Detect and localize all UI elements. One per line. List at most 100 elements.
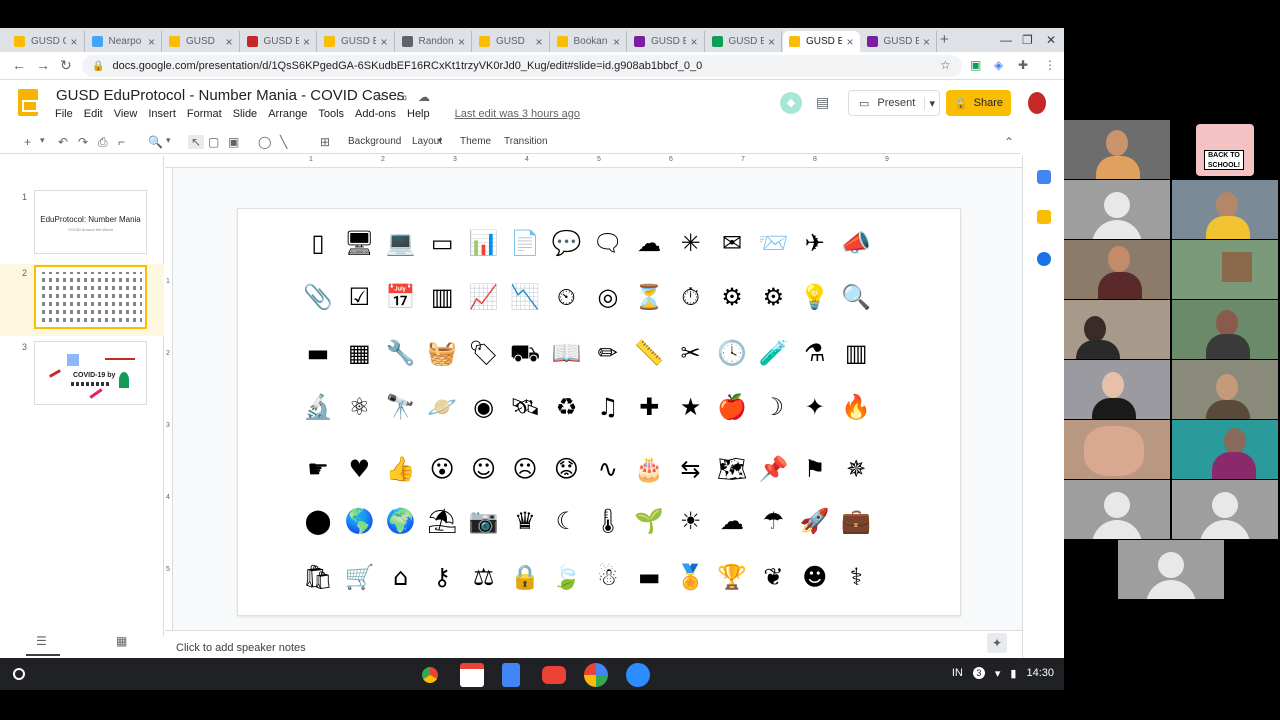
sad-face-icon[interactable]: ☹ [509, 453, 541, 485]
system-tray[interactable]: IN 3 ▾ ▮ 14:30 [952, 667, 1054, 680]
presentation-icon[interactable]: 📊 [468, 227, 500, 259]
laptop-icon[interactable]: 💻 [385, 227, 417, 259]
hand-truck-icon[interactable]: ⛟ [509, 337, 541, 369]
browser-tab[interactable]: GUSD E × [628, 31, 705, 52]
speaker-notes[interactable]: Click to add speaker notes ✦ [165, 630, 1022, 658]
filmstrip-view-icon[interactable]: ☰ [36, 634, 47, 648]
zoom-dropdown-icon[interactable]: ▾ [166, 135, 171, 146]
slide-canvas[interactable]: ▯ 🖥 💻 ▭ 📊 📄 💬 🗨 ☁ ✳ ✉ 📨 ✈ 📣 📎 ☑ 📅 ▥ 📈 📉 ⏲ ◎ ⏳ ⏱ ⚙ ⚙ 💡 🔍 ▬ ▦ 🔧 🧺 🏷 ⛟ 📖 ✏ 📏 ✂ 🕓 🧪… [237, 208, 961, 616]
scales-icon[interactable]: ⚖ [468, 561, 500, 593]
bookmark-star-icon[interactable]: ☆ [940, 58, 951, 72]
transition-button[interactable]: Transition [504, 136, 548, 147]
cloud-icon[interactable]: ☁ [633, 227, 665, 259]
stars-icon[interactable]: ✦ [799, 391, 831, 423]
hourglass-icon[interactable]: ⏳ [633, 281, 665, 313]
docs-icon[interactable] [502, 663, 520, 687]
heart-icon[interactable]: ♥ [343, 453, 375, 485]
line-icon[interactable]: ╲ [280, 135, 287, 149]
theme-button[interactable]: Theme [460, 136, 491, 147]
forward-icon[interactable]: → [36, 57, 50, 73]
credit-card-icon[interactable]: ▬ [302, 337, 334, 369]
slide-thumbnail-3[interactable]: COVID-19 by [34, 341, 147, 405]
document-icon[interactable]: 📄 [509, 227, 541, 259]
menu-insert[interactable]: Insert [148, 108, 176, 120]
heartbeat-icon[interactable]: ∿ [592, 453, 624, 485]
leaf-icon[interactable]: 🍃 [550, 561, 582, 593]
tab-close-icon[interactable]: × [613, 35, 620, 49]
browser-tab[interactable]: GUSD E × [706, 31, 782, 52]
browser-tab[interactable]: GUSD × [163, 31, 240, 52]
new-slide-icon[interactable]: + [24, 135, 31, 149]
planet-icon[interactable]: 🪐 [426, 391, 458, 423]
explore-icon[interactable]: ✦ [987, 633, 1007, 653]
smartphone-icon[interactable]: ▯ [302, 227, 334, 259]
paperclip-icon[interactable]: 📎 [302, 281, 334, 313]
test-tubes-icon[interactable]: ▥ [840, 337, 872, 369]
trophy-icon[interactable]: 🏆 [716, 561, 748, 593]
comment-icon[interactable]: ▤ [816, 94, 829, 111]
menu-addons[interactable]: Add-ons [355, 108, 396, 120]
tab-close-icon[interactable]: × [535, 35, 542, 49]
apple-icon[interactable]: 🍎 [716, 391, 748, 423]
browser-tab[interactable]: Randon × [396, 31, 472, 52]
close-icon[interactable]: ✕ [1046, 33, 1056, 47]
extension-icon-2[interactable]: ◈ [994, 58, 1003, 72]
tab-close-icon[interactable]: × [846, 35, 853, 49]
scissors-icon[interactable]: ✂ [675, 337, 707, 369]
gmail-icon[interactable] [460, 663, 484, 687]
speedometer-icon[interactable]: ⏲ [550, 281, 582, 313]
menu-help[interactable]: Help [407, 108, 430, 120]
test-tube-icon[interactable]: 🧪 [757, 337, 789, 369]
last-edit-link[interactable]: Last edit was 3 hours ago [455, 108, 580, 120]
slide-thumbnail-2[interactable] [34, 265, 147, 329]
calculator-icon[interactable]: ▦ [343, 337, 375, 369]
chrome-icon[interactable] [418, 663, 442, 687]
speech-bubble-icon[interactable]: 💬 [550, 227, 582, 259]
head-brain-icon[interactable]: ☻ [799, 561, 831, 593]
select-tool-icon[interactable]: ↖ [188, 135, 205, 149]
flame-icon[interactable]: 🔥 [840, 391, 872, 423]
browser-tab[interactable]: GUSD E × [241, 31, 317, 52]
print-icon[interactable]: ⎙ [98, 135, 108, 150]
snowman-icon[interactable]: ☃ [592, 561, 624, 593]
menu-format[interactable]: Format [187, 108, 222, 120]
present-dropdown-icon[interactable]: ▾ [924, 96, 935, 110]
compass-icon[interactable]: ✵ [840, 453, 872, 485]
tablet-icon[interactable]: ▭ [426, 227, 458, 259]
zoom-icon[interactable]: 🔍 [148, 135, 163, 149]
thumbs-up-icon[interactable]: 👍 [385, 453, 417, 485]
undo-icon[interactable]: ↶ [58, 135, 68, 149]
account-avatar[interactable] [1028, 92, 1046, 114]
tab-close-icon[interactable]: × [303, 35, 310, 49]
shopping-cart-icon[interactable]: 🛒 [343, 561, 375, 593]
puzzle-extensions-icon[interactable]: ✚ [1018, 58, 1028, 72]
atom-icon[interactable]: ⚛ [343, 391, 375, 423]
pencil-icon[interactable]: ✏ [592, 337, 624, 369]
tab-close-icon[interactable]: × [225, 35, 232, 49]
tab-close-icon[interactable]: × [148, 35, 155, 49]
night-icon[interactable]: ☾ [550, 505, 582, 537]
wrench-icon[interactable]: 🔧 [385, 337, 417, 369]
notification-badge[interactable]: 3 [972, 667, 985, 679]
target-icon[interactable]: ◎ [592, 281, 624, 313]
text-box-icon[interactable]: ▢ [208, 135, 219, 149]
menu-slide[interactable]: Slide [233, 108, 257, 120]
location-pin-icon[interactable]: ⬤ [302, 505, 334, 537]
calendar-icon[interactable]: 📅 [385, 281, 417, 313]
stopwatch-icon[interactable]: ⏱ [675, 281, 707, 313]
signpost-icon[interactable]: ⇆ [675, 453, 707, 485]
umbrella-icon[interactable]: ☂ [757, 505, 789, 537]
smile-face-icon[interactable]: ☺ [468, 453, 500, 485]
ruler-icon[interactable]: 📏 [633, 337, 665, 369]
present-button[interactable]: ▭ Present ▾ [848, 90, 940, 116]
sun-icon[interactable]: ☀ [675, 505, 707, 537]
music-note-icon[interactable]: ♫ [592, 391, 624, 423]
shocked-face-icon[interactable]: 😮 [426, 453, 458, 485]
shield-icon[interactable]: ◆ [780, 92, 802, 114]
crown-icon[interactable]: ♛ [509, 505, 541, 537]
birthday-cake-icon[interactable]: 🎂 [633, 453, 665, 485]
new-tab-button[interactable]: + [940, 31, 949, 48]
satellite-icon[interactable]: 🛰 [509, 391, 541, 423]
menu-view[interactable]: View [114, 108, 138, 120]
browser-tab[interactable]: GUSD G × [8, 31, 85, 52]
